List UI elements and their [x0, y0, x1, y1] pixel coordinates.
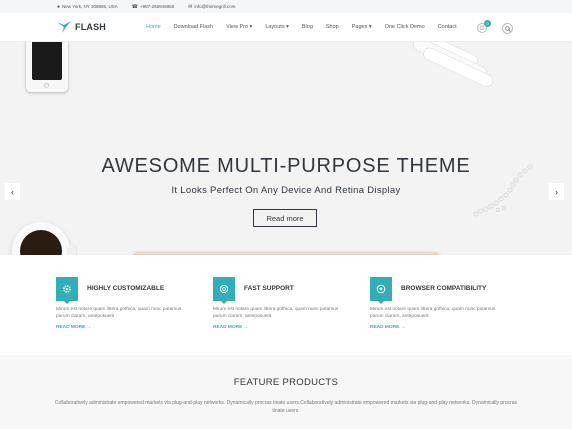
browser-icon	[370, 277, 392, 304]
nav-layouts[interactable]: Layouts ▾	[265, 24, 289, 30]
address-text: New York, NY 308865, USA	[62, 4, 118, 9]
address-info: ● New York, NY 308865, USA	[57, 4, 118, 10]
hero-title: AWESOME MULTI-PURPOSE THEME	[101, 155, 471, 177]
nav-pages[interactable]: Pages ▾	[352, 24, 372, 30]
chevron-left-icon: ‹	[11, 186, 14, 197]
section-title: FEATURE PRODUCTS	[233, 377, 339, 388]
feature-title: HIGHLY CUSTOMIZABLE	[87, 285, 165, 292]
read-more-button[interactable]: Read more	[253, 209, 317, 227]
chevron-right-icon: ›	[555, 186, 558, 197]
feature-description: Mirum est notare quam littera gothica, q…	[213, 307, 339, 319]
nav-download-flash[interactable]: Download Flash	[174, 24, 213, 30]
phone-icon: ☎	[131, 3, 138, 10]
hero-subtitle: It Looks Perfect On Any Device And Retin…	[171, 185, 401, 196]
feature-description: Mirum est notare quam littera gothica, q…	[56, 307, 182, 319]
cart-count-badge: 0	[484, 20, 491, 27]
feature-read-more-link[interactable]: READ MORE →	[56, 325, 91, 330]
feature-read-more-link[interactable]: READ MORE →	[213, 325, 248, 330]
nav-contact[interactable]: Contact	[438, 24, 457, 30]
site-header: FLASH Home Download Flash View Pro ▾ Lay…	[0, 13, 572, 42]
location-icon: ●	[57, 3, 61, 10]
search-button[interactable]	[502, 23, 513, 34]
hero-slider: AWESOME MULTI-PURPOSE THEME It Looks Per…	[0, 42, 572, 255]
gear-icon	[56, 277, 78, 304]
nav-blog[interactable]: Blog	[302, 24, 313, 30]
nav-one-click-demo[interactable]: One Click Demo	[385, 24, 425, 30]
logo-text: FLASH	[75, 22, 106, 32]
email-info[interactable]: ✉ info@themegrill.com	[188, 4, 235, 10]
slider-next-button[interactable]: ›	[549, 183, 564, 200]
features-section: HIGHLY CUSTOMIZABLE Mirum est notare qua…	[0, 255, 572, 355]
feature-products-section: FEATURE PRODUCTS Collaboratively adminis…	[0, 355, 572, 429]
feature-title: BROWSER COMPATIBILITY	[401, 285, 487, 292]
email-icon: ✉	[188, 3, 193, 10]
email-text[interactable]: info@themegrill.com	[194, 4, 235, 9]
feature-read-more-link[interactable]: READ MORE →	[370, 325, 405, 330]
rolled-papers-image	[403, 42, 493, 87]
nav-home[interactable]: Home	[146, 24, 161, 30]
site-logo[interactable]: FLASH	[57, 20, 106, 34]
support-icon	[213, 277, 235, 304]
top-bar: ● New York, NY 308865, USA ☎ +987-265946…	[0, 0, 572, 13]
nav-shop[interactable]: Shop	[326, 24, 339, 30]
coffee-cup-image	[12, 222, 70, 255]
phone-info: ☎ +987-265946868	[132, 4, 174, 10]
feature-description: Mirum est notare quam littera gothica, q…	[370, 307, 496, 319]
nav-view-pro[interactable]: View Pro ▾	[226, 24, 252, 30]
search-icon	[504, 25, 511, 32]
feature-title: FAST SUPPORT	[244, 285, 294, 292]
section-description: Collaboratively administrate empowered m…	[54, 400, 518, 414]
tablet-image	[26, 42, 68, 92]
main-nav: Home Download Flash View Pro ▾ Layouts ▾…	[146, 24, 470, 30]
flash-logo-icon	[57, 21, 71, 33]
slider-prev-button[interactable]: ‹	[5, 183, 20, 200]
phone-text: +987-265946868	[139, 4, 175, 9]
